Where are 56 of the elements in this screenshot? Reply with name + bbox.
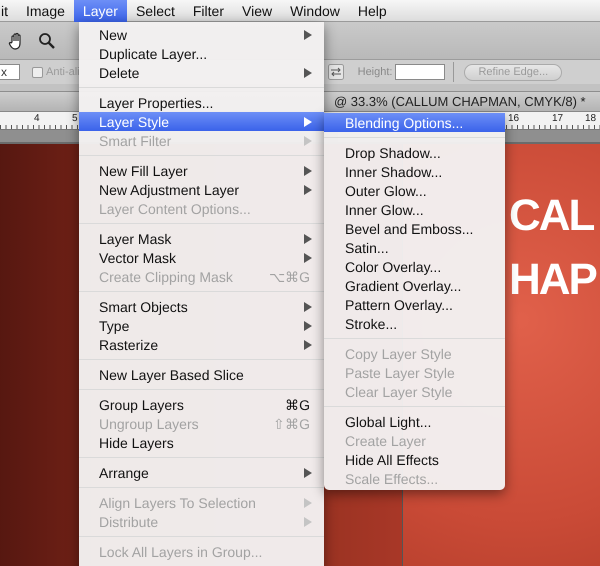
- shortcut-label: ⇧⌘G: [273, 416, 310, 432]
- menu-item[interactable]: Hide All Effects: [324, 450, 505, 469]
- menu-item[interactable]: New Fill Layer: [79, 161, 324, 180]
- menu-item[interactable]: Hide Layers: [79, 433, 324, 452]
- canvas-text: HAP: [509, 258, 596, 302]
- menu-bar-item[interactable]: View: [233, 0, 282, 22]
- shortcut-label: ⌘G: [285, 396, 310, 412]
- menu-item[interactable]: Type: [79, 316, 324, 335]
- document-title: @ 33.3% (CALLUM CHAPMAN, CMYK/8) *: [334, 94, 586, 109]
- menu-bar-item[interactable]: Layer: [74, 0, 127, 22]
- menu-item[interactable]: Layer Style: [79, 112, 324, 131]
- menu-item[interactable]: Outer Glow...: [324, 181, 505, 200]
- menu-item[interactable]: Stroke...: [324, 314, 505, 333]
- menu-bar-item[interactable]: Image: [17, 0, 74, 22]
- submenu-arrow-icon: [303, 30, 312, 40]
- menu-item[interactable]: Color Overlay...: [324, 257, 505, 276]
- ruler-number: 16: [507, 113, 520, 124]
- menu-item[interactable]: Pattern Overlay...: [324, 295, 505, 314]
- menu-bar-item[interactable]: Window: [281, 0, 349, 22]
- menu-item[interactable]: Vector Mask: [79, 248, 324, 267]
- menu-item[interactable]: Satin...: [324, 238, 505, 257]
- ruler-number: 18: [584, 113, 598, 124]
- menu-bar-item[interactable]: Help: [348, 0, 396, 22]
- menu-item[interactable]: Smart Objects: [79, 297, 324, 316]
- menu-item[interactable]: Layer Properties...: [79, 93, 324, 112]
- swap-icon[interactable]: [328, 64, 344, 80]
- menu-item[interactable]: Inner Glow...: [324, 200, 505, 219]
- menu-item[interactable]: Bevel and Emboss...: [324, 219, 505, 238]
- height-label: Height:: [358, 66, 392, 78]
- menu-bar-item[interactable]: Select: [126, 0, 184, 22]
- ruler-number: 5: [71, 113, 79, 124]
- menu-item[interactable]: Drop Shadow...: [324, 143, 505, 162]
- menu-item[interactable]: Layer Mask: [79, 229, 324, 248]
- menu-item[interactable]: Rasterize: [79, 335, 324, 354]
- ruler-number: 4: [33, 113, 41, 124]
- menu-item[interactable]: Arrange: [79, 463, 324, 482]
- menu-item[interactable]: Delete: [79, 63, 324, 82]
- menu-bar-item[interactable]: it: [0, 0, 17, 22]
- canvas-text: CAL: [509, 194, 594, 238]
- ruler-number: 17: [551, 113, 564, 124]
- menu-bar-item[interactable]: Filter: [184, 0, 233, 22]
- menu-item[interactable]: New Adjustment Layer: [79, 180, 324, 199]
- height-field[interactable]: [395, 64, 446, 80]
- menu-item[interactable]: Gradient Overlay...: [324, 276, 505, 295]
- menu-item[interactable]: Inner Shadow...: [324, 162, 505, 181]
- submenu-arrow-icon: [303, 68, 312, 78]
- anti-alias-checkbox[interactable]: [32, 66, 43, 78]
- menu-item[interactable]: Blending Options...: [324, 113, 505, 132]
- menu-item[interactable]: Global Light...: [324, 412, 505, 431]
- shortcut-label: ⌥⌘G: [269, 268, 310, 284]
- size-field[interactable]: x: [0, 64, 20, 80]
- search-icon[interactable]: [38, 32, 55, 49]
- menu-item[interactable]: Duplicate Layer...: [79, 44, 324, 63]
- menu-item[interactable]: New Layer Based Slice: [79, 365, 324, 384]
- submenu-arrow-icon: [303, 468, 312, 478]
- menu-item[interactable]: Group Layers ⌘G: [79, 395, 324, 414]
